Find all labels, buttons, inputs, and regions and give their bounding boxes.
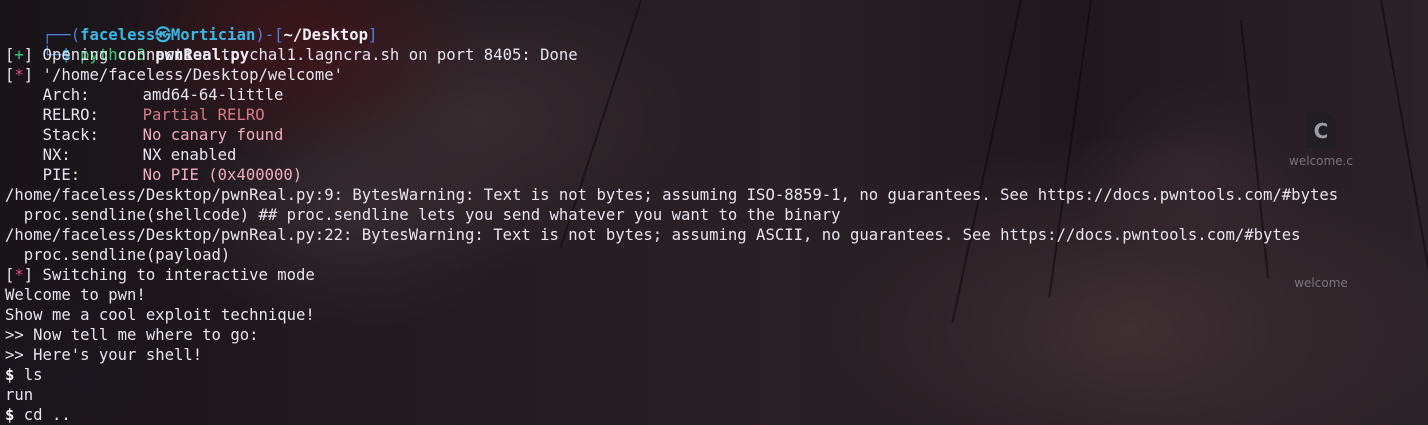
checksec-pie: PIE: No PIE (0x400000) [5, 165, 1428, 185]
checksec-key: NX: [42, 146, 71, 164]
output-line-interactive: [*] Switching to interactive mode [5, 266, 315, 284]
checksec-value: NX enabled [142, 146, 237, 164]
terminal-output[interactable]: ┌──(faceless㉿Mortician)-[~/Desktop] └─$ … [0, 0, 1428, 425]
prompt-corner: ┌── [42, 26, 71, 44]
prompt-cwd: ~/Desktop [283, 26, 369, 44]
prompt-paren: ( [70, 26, 81, 44]
checksec-key: Arch: [42, 86, 90, 104]
prompt-separator: )-[ [255, 26, 284, 44]
shell-command-line: $ cd .. [5, 405, 1428, 425]
program-output-line: >> Here's your shell! [5, 346, 203, 364]
prompt-host: Mortician [170, 26, 256, 44]
bytes-warning-code-line: proc.sendline(payload) [5, 246, 231, 264]
bytes-warning-line: /home/faceless/Desktop/pwnReal.py:22: By… [5, 226, 1301, 244]
star-marker: * [14, 266, 24, 284]
prompt-user: faceless [80, 26, 156, 44]
shell-command: ls [14, 366, 43, 384]
checksec-nx: NX: NX enabled [5, 145, 1428, 165]
checksec-value: No canary found [142, 126, 284, 144]
output-line-elf-path: [*] '/home/faceless/Desktop/welcome' [5, 66, 343, 84]
plus-marker: + [14, 46, 24, 64]
checksec-relro: RELRO: Partial RELRO [5, 105, 1428, 125]
checksec-value: Partial RELRO [142, 106, 265, 124]
output-line-connection: [+] Opening connection to chal1.lagncra.… [5, 46, 578, 64]
checksec-value: No PIE (0x400000) [142, 166, 303, 184]
star-marker: * [14, 66, 24, 84]
program-output-line: Welcome to pwn! [5, 286, 146, 304]
shell-output-line: run [5, 386, 34, 404]
checksec-key: RELRO: [42, 106, 99, 124]
prompt-header-line: ┌──(faceless㉿Mortician)-[~/Desktop] [5, 5, 1428, 44]
bytes-warning-code-line: proc.sendline(shellcode) ## proc.sendlin… [5, 206, 841, 224]
checksec-key: PIE: [42, 166, 81, 184]
checksec-stack: Stack: No canary found [5, 125, 1428, 145]
prompt-close: ] [368, 26, 378, 44]
program-output-line: >> Now tell me where to go: [5, 326, 259, 344]
shell-command-line: $ ls [5, 365, 1428, 385]
skull-icon: ㉿ [155, 26, 171, 44]
shell-command: cd .. [14, 406, 71, 424]
checksec-arch: Arch: amd64-64-little [5, 85, 1428, 105]
bytes-warning-line: /home/faceless/Desktop/pwnReal.py:9: Byt… [5, 186, 1339, 204]
checksec-key: Stack: [42, 126, 99, 144]
shell-prompt: $ [5, 406, 15, 424]
shell-prompt: $ [5, 366, 15, 384]
program-output-line: Show me a cool exploit technique! [5, 306, 315, 324]
checksec-value: amd64-64-little [142, 86, 284, 104]
